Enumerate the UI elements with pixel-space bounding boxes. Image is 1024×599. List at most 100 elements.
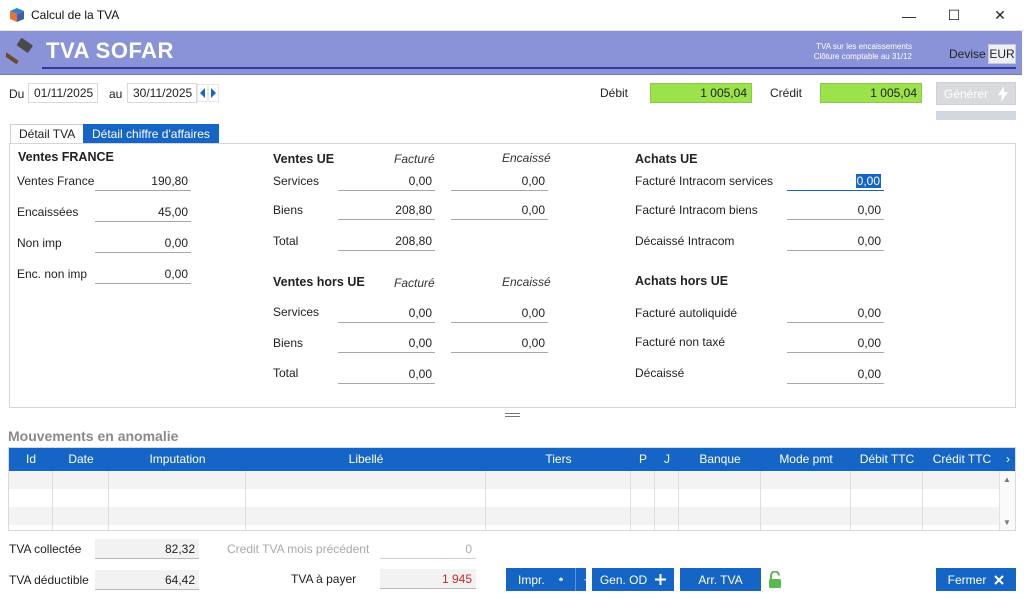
print-button[interactable]: Impr. [506,568,586,591]
minimize-button[interactable]: — [886,0,932,31]
maximize-button[interactable]: ☐ [931,0,977,31]
company-name: TVA SOFAR [46,38,174,63]
col-libelle[interactable]: Libellé [246,448,486,471]
print-label: Impr. [518,572,545,587]
col-mode-pmt[interactable]: Mode pmt [761,448,851,471]
printer-icon [558,577,563,582]
currency-field[interactable]: EUR [988,44,1016,64]
intracom-biens-field[interactable]: 0,00 [787,202,884,220]
tva-collectee-value: 82,32 [95,539,199,559]
close-button[interactable]: Fermer [936,568,1016,591]
currency-label: Devise [949,47,986,61]
tva-collectee-label: TVA collectée [9,542,82,556]
tab-detail-ca[interactable]: Détail chiffre d'affaires [83,124,219,144]
debit-total: 1 005,04 [650,83,752,103]
hue-biens-facture-field[interactable]: 0,00 [338,335,435,353]
ue-biens-facture-field[interactable]: 208,80 [338,202,435,220]
autoliquide-field[interactable]: 0,00 [787,305,884,323]
non-imp-label: Non imp [17,236,62,250]
date-to-input[interactable]: 30/11/2025 [127,83,197,103]
ventes-ue-title: Ventes UE [273,152,335,166]
gavel-icon [6,38,33,65]
close-window-button[interactable]: ✕ [977,0,1023,31]
autoliquide-label: Facturé autoliquidé [635,306,738,320]
col-banque[interactable]: Banque [679,448,761,471]
ventes-france-title: Ventes FRANCE [18,150,114,164]
col-j[interactable]: J [655,448,679,471]
intracom-services-field[interactable]: 0,00 [787,173,884,191]
window-title: Calcul de la TVA [31,8,120,22]
credit-prec-label: Credit TVA mois précédent [227,542,370,556]
anomalies-title: Mouvements en anomalie [8,428,179,444]
ventes-france-label: Ventes France [17,174,95,188]
ue-services-label: Services [273,174,320,188]
ue-total-facture-field: 208,80 [338,233,435,251]
scroll-up-icon[interactable]: ▲ [1003,475,1011,484]
app-logo-icon [10,8,24,22]
enc-non-imp-field[interactable]: 0,00 [95,266,191,284]
hue-services-encaisse-field[interactable]: 0,00 [451,305,548,323]
ue-biens-label: Biens [273,203,304,217]
non-imp-field[interactable]: 0,00 [95,235,191,253]
plus-icon [655,574,667,585]
ventes-france-field[interactable]: 190,80 [95,173,191,191]
encaissees-field[interactable]: 45,00 [95,204,191,222]
generate-label: Générer [943,86,989,101]
gen-od-label: Gen. OD [599,572,648,587]
generate-button[interactable]: Générer [936,82,1016,105]
grid-divider [922,471,923,530]
banner-underline [42,67,1016,69]
title-bar [0,0,1024,31]
grid-divider [245,471,246,530]
grid-divider [485,471,486,530]
decaisse-intracom-field[interactable]: 0,00 [787,233,884,251]
ventes-ue-facture-header: Facturé [394,152,435,166]
col-credit-ttc[interactable]: Crédit TTC [923,448,1001,471]
hue-services-facture-field[interactable]: 0,00 [338,305,435,323]
tva-mode-text: TVA sur les encaissements [816,42,912,51]
unlocked-padlock-icon[interactable] [768,571,782,588]
scroll-right-icon[interactable]: › [1001,448,1015,471]
hue-total-label: Total [273,366,299,380]
non-taxe-label: Facturé non taxé [635,335,726,349]
decaisse-field[interactable]: 0,00 [787,366,884,384]
col-date[interactable]: Date [53,448,109,471]
encaissees-label: Encaissées [17,205,79,219]
gen-od-button[interactable]: Gen. OD [592,568,674,591]
grid-divider [850,471,851,530]
grid-divider [630,471,631,530]
intracom-biens-label: Facturé Intracom biens [635,203,758,217]
credit-prec-value: 0 [380,539,476,559]
ue-total-label: Total [273,234,299,248]
col-p[interactable]: P [631,448,655,471]
hue-services-label: Services [273,305,320,319]
date-from-input[interactable]: 01/11/2025 [28,83,98,103]
period-nav-arrows-icon[interactable] [197,84,219,102]
ventes-hors-ue-facture-header: Facturé [394,276,435,290]
dropdown-arrow-icon[interactable] [583,578,586,582]
scroll-down-icon[interactable]: ▼ [1003,518,1011,527]
col-tiers[interactable]: Tiers [486,448,631,471]
grid-header: Id Date Imputation Libellé Tiers P J Ban… [9,448,1015,471]
col-imputation[interactable]: Imputation [109,448,246,471]
panel-splitter[interactable] [505,413,520,417]
ue-biens-encaisse-field[interactable]: 0,00 [451,202,548,220]
ue-services-encaisse-field[interactable]: 0,00 [451,173,548,191]
achats-hors-ue-title: Achats hors UE [635,274,729,288]
tva-deductible-value: 64,42 [95,570,199,590]
arr-tva-button[interactable]: Arr. TVA [680,568,761,591]
col-debit-ttc[interactable]: Débit TTC [851,448,923,471]
ue-services-facture-field[interactable]: 0,00 [338,173,435,191]
tab-detail-tva[interactable]: Détail TVA [10,124,85,144]
ventes-ue-encaisse-header: Encaissé [502,151,551,165]
decaisse-label: Décaissé [635,366,685,380]
enc-non-imp-label: Enc. non imp [17,267,88,281]
non-taxe-field[interactable]: 0,00 [787,335,884,353]
ventes-hors-ue-encaisse-header: Encaissé [502,275,551,289]
grid-divider [678,471,679,530]
col-id[interactable]: Id [9,448,53,471]
grid-divider [52,471,53,530]
closing-date-text: Clôture comptable au 31/12 [813,52,912,61]
hue-biens-encaisse-field[interactable]: 0,00 [451,335,548,353]
grid-divider [760,471,761,530]
